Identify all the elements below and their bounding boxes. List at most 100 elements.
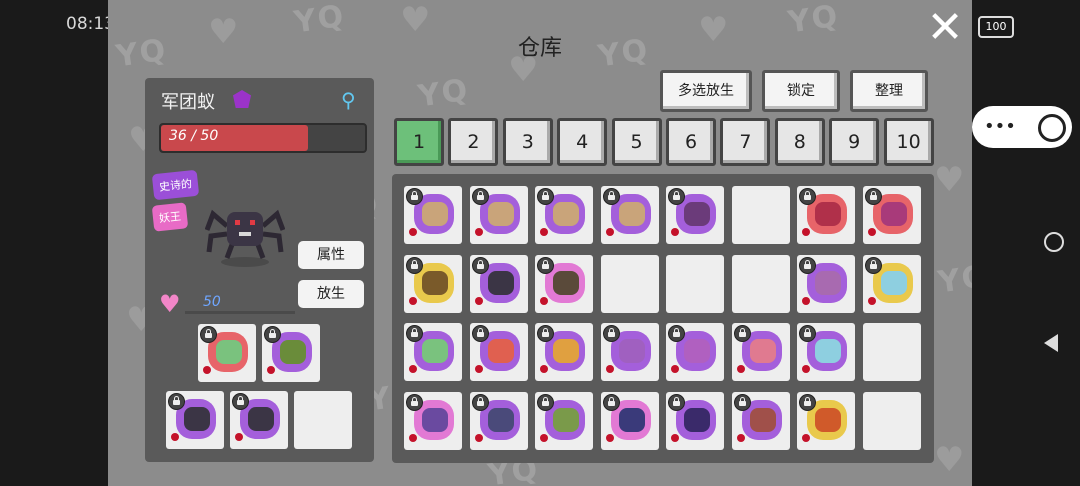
gem-icon [671, 365, 679, 373]
hp-bar: 36 / 50 [159, 123, 367, 153]
lock-icon [799, 188, 816, 205]
home-icon[interactable] [1044, 232, 1064, 252]
monster-sprite [749, 339, 776, 363]
exit-circle-icon[interactable] [1038, 114, 1066, 142]
inventory-slot[interactable] [666, 186, 724, 244]
inventory-slot[interactable] [797, 254, 855, 313]
gem-icon [474, 228, 483, 236]
tab-5[interactable]: 5 [611, 118, 662, 166]
system-nav-bar: 100 ••• [972, 0, 1080, 486]
tab-8[interactable]: 8 [774, 118, 825, 166]
inventory-slot[interactable] [862, 254, 921, 313]
page-title: 仓库 [517, 36, 562, 61]
inventory-slot[interactable] [535, 323, 593, 381]
inventory-slot[interactable] [862, 186, 921, 244]
affection-heart-icon: ♥ [159, 290, 181, 318]
inventory-slot[interactable] [535, 186, 593, 244]
lock-icon [406, 393, 423, 411]
inventory-slot[interactable] [797, 391, 855, 450]
tab-3[interactable]: 3 [502, 118, 553, 166]
monster-sprite [553, 339, 579, 363]
inventory-slot[interactable] [600, 186, 659, 244]
multi-release-button[interactable]: 多选放生 [660, 70, 752, 112]
release-button[interactable]: 放生 [298, 280, 364, 308]
inventory-slot[interactable] [666, 254, 724, 313]
pet-slot[interactable] [294, 391, 352, 449]
pet-slot[interactable] [262, 324, 320, 382]
lock-icon [733, 393, 751, 411]
lock-icon [471, 325, 489, 342]
monster-sprite [684, 407, 710, 432]
pet-detail-panel: 军团蚁 ⚲ 36 / 50 史诗的 妖王 属性 放生 ♥ 50 [145, 78, 374, 462]
inventory-slot[interactable] [731, 391, 790, 450]
lock-icon [471, 256, 489, 274]
lock-icon [471, 393, 489, 411]
pet-slot[interactable] [166, 391, 224, 449]
monster-sprite [815, 407, 841, 432]
lock-icon [864, 256, 882, 274]
inventory-slot[interactable] [731, 254, 790, 313]
inventory-slot[interactable] [797, 186, 855, 244]
inventory-slot[interactable] [469, 391, 528, 450]
lock-icon [864, 188, 882, 205]
gem-icon [203, 366, 211, 374]
inventory-slot[interactable] [469, 186, 528, 244]
monster-sprite [248, 407, 274, 431]
pet-slot[interactable] [230, 391, 288, 449]
attributes-button[interactable]: 属性 [298, 241, 364, 269]
gem-icon [474, 433, 483, 442]
lock-button[interactable]: 锁定 [762, 70, 840, 112]
warehouse-screen: YQ YQ YQ YQ YQ YQ YQ YQ YQ ♥ ♥ ♥ ♥ ♥ ♥ ♥… [108, 0, 972, 486]
sort-button[interactable]: 整理 [850, 70, 928, 112]
inventory-slot[interactable] [404, 323, 462, 381]
inventory-slot[interactable] [797, 323, 855, 381]
inventory-slot[interactable] [469, 323, 528, 381]
gem-icon [671, 433, 679, 442]
inventory-slot[interactable] [535, 391, 593, 450]
inventory-slot[interactable] [862, 323, 921, 381]
spider-monster-sprite [205, 209, 285, 267]
monster-sprite [553, 270, 579, 295]
inventory-slot[interactable] [600, 391, 659, 450]
rarity-gem-icon [233, 90, 251, 108]
monster-sprite [487, 407, 514, 432]
inventory-slot[interactable] [404, 254, 462, 313]
tab-2[interactable]: 2 [448, 118, 499, 166]
gem-icon [171, 433, 179, 441]
more-icon[interactable]: ••• [984, 116, 1016, 137]
inventory-slot[interactable] [404, 186, 462, 244]
monster-sprite [184, 407, 210, 431]
close-icon[interactable]: ✕ [924, 6, 966, 50]
monster-sprite [815, 202, 841, 226]
back-icon[interactable] [1044, 334, 1058, 352]
inventory-slot[interactable] [600, 323, 659, 381]
inventory-slot[interactable] [535, 254, 593, 313]
inventory-slot[interactable] [404, 391, 462, 450]
gem-icon [540, 296, 548, 305]
lock-icon [200, 326, 217, 343]
tab-6[interactable]: 6 [666, 118, 716, 166]
inventory-slot[interactable] [862, 391, 921, 450]
pet-slot[interactable] [198, 324, 256, 382]
gem-icon [802, 433, 810, 442]
tab-10[interactable]: 10 [883, 118, 934, 166]
gem-icon [474, 296, 483, 305]
lock-icon [406, 256, 423, 274]
inventory-slot[interactable] [469, 254, 528, 313]
lock-icon [471, 188, 489, 205]
tab-9[interactable]: 9 [829, 118, 880, 166]
monster-sprite [749, 407, 776, 432]
inventory-slot[interactable] [731, 186, 790, 244]
affection-value: 50 [203, 294, 221, 310]
gem-icon [409, 228, 417, 236]
lock-icon [668, 188, 685, 205]
tab-1[interactable]: 1 [394, 118, 444, 166]
monster-sprite [487, 339, 514, 363]
inventory-slot[interactable] [666, 323, 724, 381]
inventory-slot[interactable] [731, 323, 790, 381]
gem-icon [540, 228, 548, 236]
tab-4[interactable]: 4 [557, 118, 608, 166]
tab-7[interactable]: 7 [720, 118, 771, 166]
inventory-slot[interactable] [666, 391, 724, 450]
inventory-slot[interactable] [600, 254, 659, 313]
